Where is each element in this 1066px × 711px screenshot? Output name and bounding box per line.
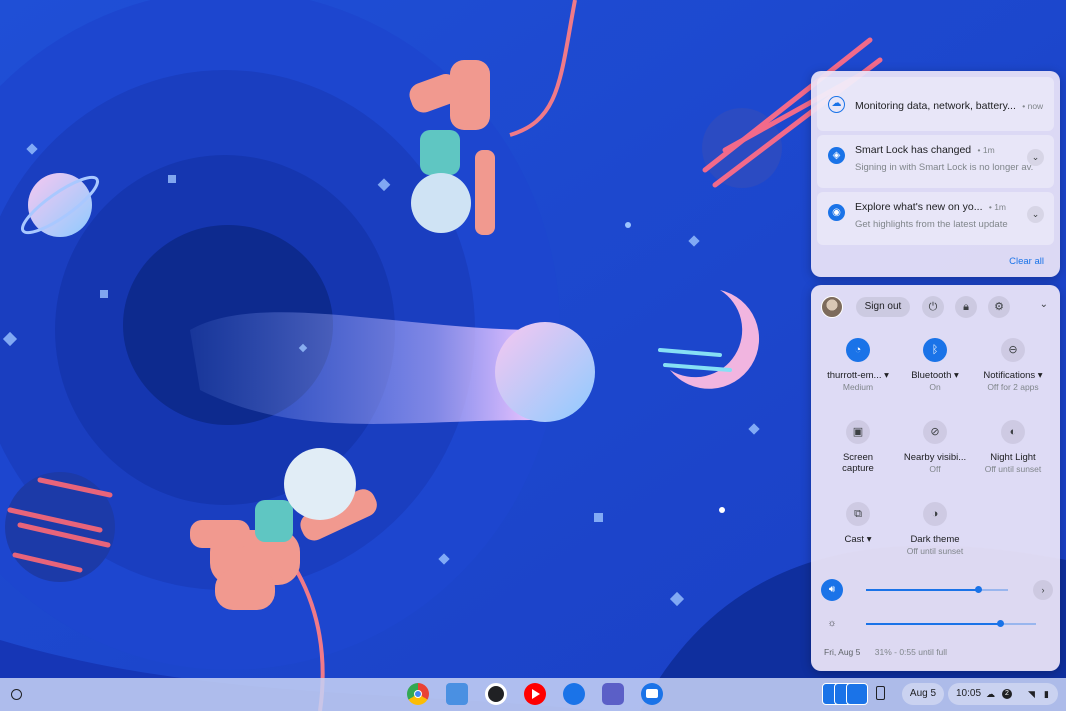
brightness-slider[interactable] — [866, 620, 1036, 627]
tile-label-line2: capture — [842, 463, 874, 474]
collapse-chevron-icon[interactable]: ⌄ — [1040, 299, 1048, 310]
footer-date[interactable]: Fri, Aug 5 — [824, 647, 860, 657]
wifi-icon: ◔ — [846, 338, 870, 362]
clear-all-button[interactable]: Clear all — [1009, 256, 1044, 267]
youtube-music-app-icon[interactable] — [524, 683, 546, 705]
tile-status: Off for 2 apps — [987, 382, 1039, 392]
battery-icon: ▮ — [1044, 689, 1049, 699]
brightness-icon: ☼ — [827, 618, 837, 629]
tile-screen-capture[interactable]: ▣ Screen capture — [819, 420, 897, 474]
night-light-icon: ◐ — [1001, 420, 1025, 444]
tile-status: Off until sunset — [984, 464, 1042, 474]
expand-chevron-icon[interactable]: ⌄ — [1027, 206, 1044, 223]
clock-time: 10:05 — [956, 688, 982, 699]
battery-status[interactable]: 31% - 0:55 until full — [875, 647, 947, 657]
notification-title: Monitoring data, network, battery... • n… — [855, 100, 1044, 112]
power-icon[interactable]: ⏻ — [922, 296, 944, 318]
microsoft-teams-app-icon[interactable] — [602, 683, 624, 705]
audio-settings-chevron-icon[interactable]: › — [1033, 580, 1053, 600]
cloud-upload-icon: ☁ — [828, 96, 845, 113]
expand-chevron-icon[interactable]: ⌄ — [1027, 149, 1044, 166]
dropdown-arrow-icon: ▾ — [954, 370, 959, 381]
notification-body: Get highlights from the latest update — [855, 219, 1008, 230]
notification-title: Smart Lock has changed • 1m — [855, 144, 995, 156]
lock-icon[interactable]: 🔒︎ — [955, 296, 977, 318]
explore-app-icon: ◉ — [828, 204, 845, 221]
dropdown-arrow-icon: ▾ — [1037, 370, 1043, 381]
brightness-slider-thumb[interactable] — [996, 620, 1004, 627]
quick-settings-panel: Sign out ⏻ 🔒︎ ⚙ ⌄ ◔ thurrott-em... ▾ Med… — [811, 285, 1060, 671]
tile-status: Off — [929, 464, 941, 474]
volume-slider-thumb[interactable] — [974, 586, 982, 593]
dropdown-arrow-icon: ▾ — [866, 534, 872, 545]
volume-icon[interactable]: 🔊︎ — [821, 579, 843, 601]
tile-label: Cast — [844, 534, 865, 545]
volume-slider[interactable] — [866, 586, 1008, 593]
camera-app-icon[interactable] — [485, 683, 507, 705]
notification-smart-lock[interactable]: ◈ Smart Lock has changed • 1m Signing in… — [817, 135, 1054, 188]
tile-label: Nearby visibi... — [903, 452, 967, 463]
bluetooth-icon: ᛒ — [923, 338, 947, 362]
cloud-icon: ☁ — [986, 689, 995, 699]
tile-bluetooth[interactable]: ᛒ Bluetooth ▾ On — [896, 338, 974, 392]
files-app-icon[interactable] — [446, 683, 468, 705]
tile-label: Screen — [842, 452, 874, 463]
user-avatar[interactable] — [821, 296, 843, 318]
brightness-row: ☼ — [821, 613, 1053, 637]
volume-row: 🔊︎ › — [821, 579, 1053, 603]
do-not-disturb-icon: ⊖ — [1001, 338, 1025, 362]
status-area[interactable]: 10:05 ☁ 2 ◥ ▮ — [948, 683, 1058, 705]
shelf: Aug 5 10:05 ☁ 2 ◥ ▮ — [0, 678, 1066, 711]
nearby-visibility-icon: ⊘ — [923, 420, 947, 444]
chrome-app-icon[interactable] — [407, 683, 429, 705]
tile-label: Bluetooth — [911, 370, 952, 381]
date-tray[interactable]: Aug 5 — [902, 683, 944, 705]
tile-nearby-visibility[interactable]: ⊘ Nearby visibi... Off — [896, 420, 974, 474]
notification-monitoring[interactable]: ☁ Monitoring data, network, battery... •… — [817, 77, 1054, 131]
wifi-status-icon: ◥ — [1028, 689, 1035, 699]
launcher-icon[interactable] — [11, 689, 22, 700]
cast-icon: ⧉ — [846, 502, 870, 526]
brightness-slider-fill — [866, 623, 1001, 625]
tile-night-light[interactable]: ◐ Night Light Off until sunset — [974, 420, 1052, 474]
tile-wifi[interactable]: ◔ thurrott-em... ▾ Medium — [819, 338, 897, 392]
sign-out-button[interactable]: Sign out — [856, 297, 910, 317]
notification-body: Signing in with Smart Lock is no longer … — [855, 162, 1033, 173]
tile-status: On — [929, 382, 941, 392]
tile-label: Dark theme — [910, 534, 960, 545]
tile-label: Notifications — [983, 370, 1036, 381]
dropdown-arrow-icon: ▾ — [884, 370, 889, 381]
notification-count-badge: 2 — [1002, 689, 1012, 699]
notification-center: ☁ Monitoring data, network, battery... •… — [811, 71, 1060, 277]
notification-title: Explore what's new on yo... • 1m — [855, 201, 1007, 213]
tile-dark-theme[interactable]: ◑ Dark theme Off until sunset — [896, 502, 974, 556]
tile-cast[interactable]: ⧉ Cast ▾ — [819, 502, 897, 545]
dark-theme-icon: ◑ — [923, 502, 947, 526]
qs-footer: Fri, Aug 5 31% - 0:55 until full — [824, 647, 947, 657]
tile-status: Medium — [842, 382, 874, 392]
chrome-canvas-app-icon[interactable] — [563, 683, 585, 705]
notification-whats-new[interactable]: ◉ Explore what's new on yo... • 1m Get h… — [817, 192, 1054, 245]
tile-label: Night Light — [990, 452, 1036, 463]
tile-label: thurrott-em... — [827, 370, 882, 381]
tile-notifications[interactable]: ⊖ Notifications ▾ Off for 2 apps — [974, 338, 1052, 392]
screen-capture-icon: ▣ — [846, 420, 870, 444]
tile-status: Off until sunset — [906, 546, 964, 556]
volume-slider-fill — [866, 589, 979, 591]
settings-gear-icon[interactable]: ⚙ — [988, 296, 1010, 318]
phone-hub-icon[interactable] — [876, 686, 885, 700]
messages-app-icon[interactable] — [641, 683, 663, 705]
smart-lock-icon: ◈ — [828, 147, 845, 164]
holding-space-item-icon[interactable] — [846, 683, 868, 705]
